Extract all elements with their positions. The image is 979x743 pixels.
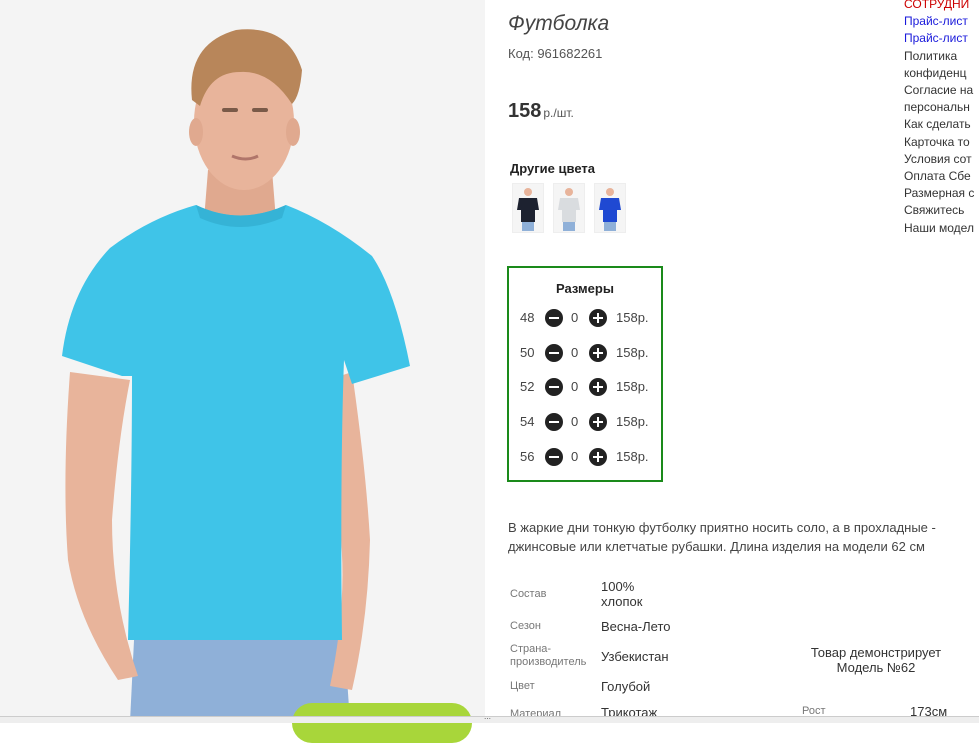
scroll-grip-icon[interactable]: ⋯: [484, 716, 491, 723]
sizes-panel: Размеры 48 0 158р. 50 0 158р. 52 0 158р.…: [507, 266, 663, 482]
product-photo[interactable]: [0, 0, 485, 722]
size-label: 50: [520, 345, 535, 360]
sidebar-link[interactable]: Прайс-лист: [904, 13, 979, 30]
sidebar-link[interactable]: Наши модел: [904, 220, 979, 237]
plus-icon[interactable]: [589, 413, 607, 431]
size-quantity: 0: [571, 379, 579, 394]
minus-icon[interactable]: [545, 448, 563, 466]
swatch-thumbnail: [599, 188, 621, 231]
model-caption: Товар демонстрирует Модель №62: [810, 645, 942, 675]
size-label: 48: [520, 310, 535, 325]
sidebar-link[interactable]: Как сделать: [904, 116, 979, 133]
sidebar-link[interactable]: Условия сот: [904, 151, 979, 168]
plus-icon[interactable]: [589, 448, 607, 466]
plus-icon[interactable]: [589, 378, 607, 396]
size-row: 48 0 158р.: [509, 308, 661, 328]
color-swatches: [512, 183, 626, 233]
size-quantity: 0: [571, 414, 579, 429]
size-quantity: 0: [571, 449, 579, 464]
sidebar-link[interactable]: Размерная с: [904, 185, 979, 202]
sidebar-link[interactable]: Оплата Сбе: [904, 168, 979, 185]
attr-label-country: Страна- производитель: [510, 643, 587, 668]
attr-label-color: Цвет: [510, 680, 535, 692]
size-price: 158р.: [616, 414, 649, 429]
product-description: В жаркие дни тонкую футболку приятно нос…: [508, 520, 936, 554]
sidebar-link[interactable]: Политика: [904, 48, 979, 65]
size-label: 52: [520, 379, 535, 394]
size-quantity: 0: [571, 310, 579, 325]
size-row: 56 0 158р.: [509, 447, 661, 467]
size-row: 52 0 158р.: [509, 377, 661, 397]
swatch-thumbnail: [517, 188, 539, 231]
attr-label-composition: Состав: [510, 588, 547, 600]
size-label: 54: [520, 414, 535, 429]
sidebar-link[interactable]: Карточка то: [904, 134, 979, 151]
product-title: Футболка: [508, 12, 610, 35]
sizes-title: Размеры: [556, 281, 614, 296]
sidebar-link[interactable]: Согласие на: [904, 82, 979, 99]
plus-icon[interactable]: [589, 309, 607, 327]
color-swatch-blue[interactable]: [594, 183, 626, 233]
minus-icon[interactable]: [545, 378, 563, 396]
model-illustration: [0, 0, 485, 722]
size-row: 50 0 158р.: [509, 343, 661, 363]
attr-value-color: Голубой: [601, 679, 651, 694]
attr-value-country: Узбекистан: [601, 649, 669, 664]
attr-value-composition: 100% хлопок: [601, 579, 643, 609]
sidebar-links: СОТРУДНИ Прайс-лист Прайс-лист Политика …: [904, 0, 979, 237]
size-row: 54 0 158р.: [509, 412, 661, 432]
plus-icon[interactable]: [589, 344, 607, 362]
product-code: Код: 961682261: [508, 46, 603, 61]
sidebar-link[interactable]: Свяжитесь: [904, 202, 979, 219]
color-swatch-black[interactable]: [512, 183, 544, 233]
price-unit: р./шт.: [543, 106, 574, 120]
sidebar-link[interactable]: СОТРУДНИ: [904, 0, 979, 13]
color-swatch-grey[interactable]: [553, 183, 585, 233]
size-price: 158р.: [616, 379, 649, 394]
other-colors-title: Другие цвета: [510, 161, 595, 176]
attr-value-season: Весна-Лето: [601, 619, 671, 634]
size-price: 158р.: [616, 449, 649, 464]
swatch-thumbnail: [558, 188, 580, 231]
sidebar-link[interactable]: конфиденц: [904, 65, 979, 82]
minus-icon[interactable]: [545, 309, 563, 327]
size-price: 158р.: [616, 345, 649, 360]
add-to-cart-button[interactable]: [292, 703, 472, 743]
minus-icon[interactable]: [545, 344, 563, 362]
price-value: 158: [508, 100, 542, 122]
size-label: 56: [520, 449, 535, 464]
minus-icon[interactable]: [545, 413, 563, 431]
sidebar-link[interactable]: Прайс-лист: [904, 30, 979, 47]
sidebar-link[interactable]: персональн: [904, 99, 979, 116]
attr-label-season: Сезон: [510, 620, 541, 632]
size-price: 158р.: [616, 310, 649, 325]
size-quantity: 0: [571, 345, 579, 360]
product-price: 158 р./шт.: [508, 100, 574, 123]
